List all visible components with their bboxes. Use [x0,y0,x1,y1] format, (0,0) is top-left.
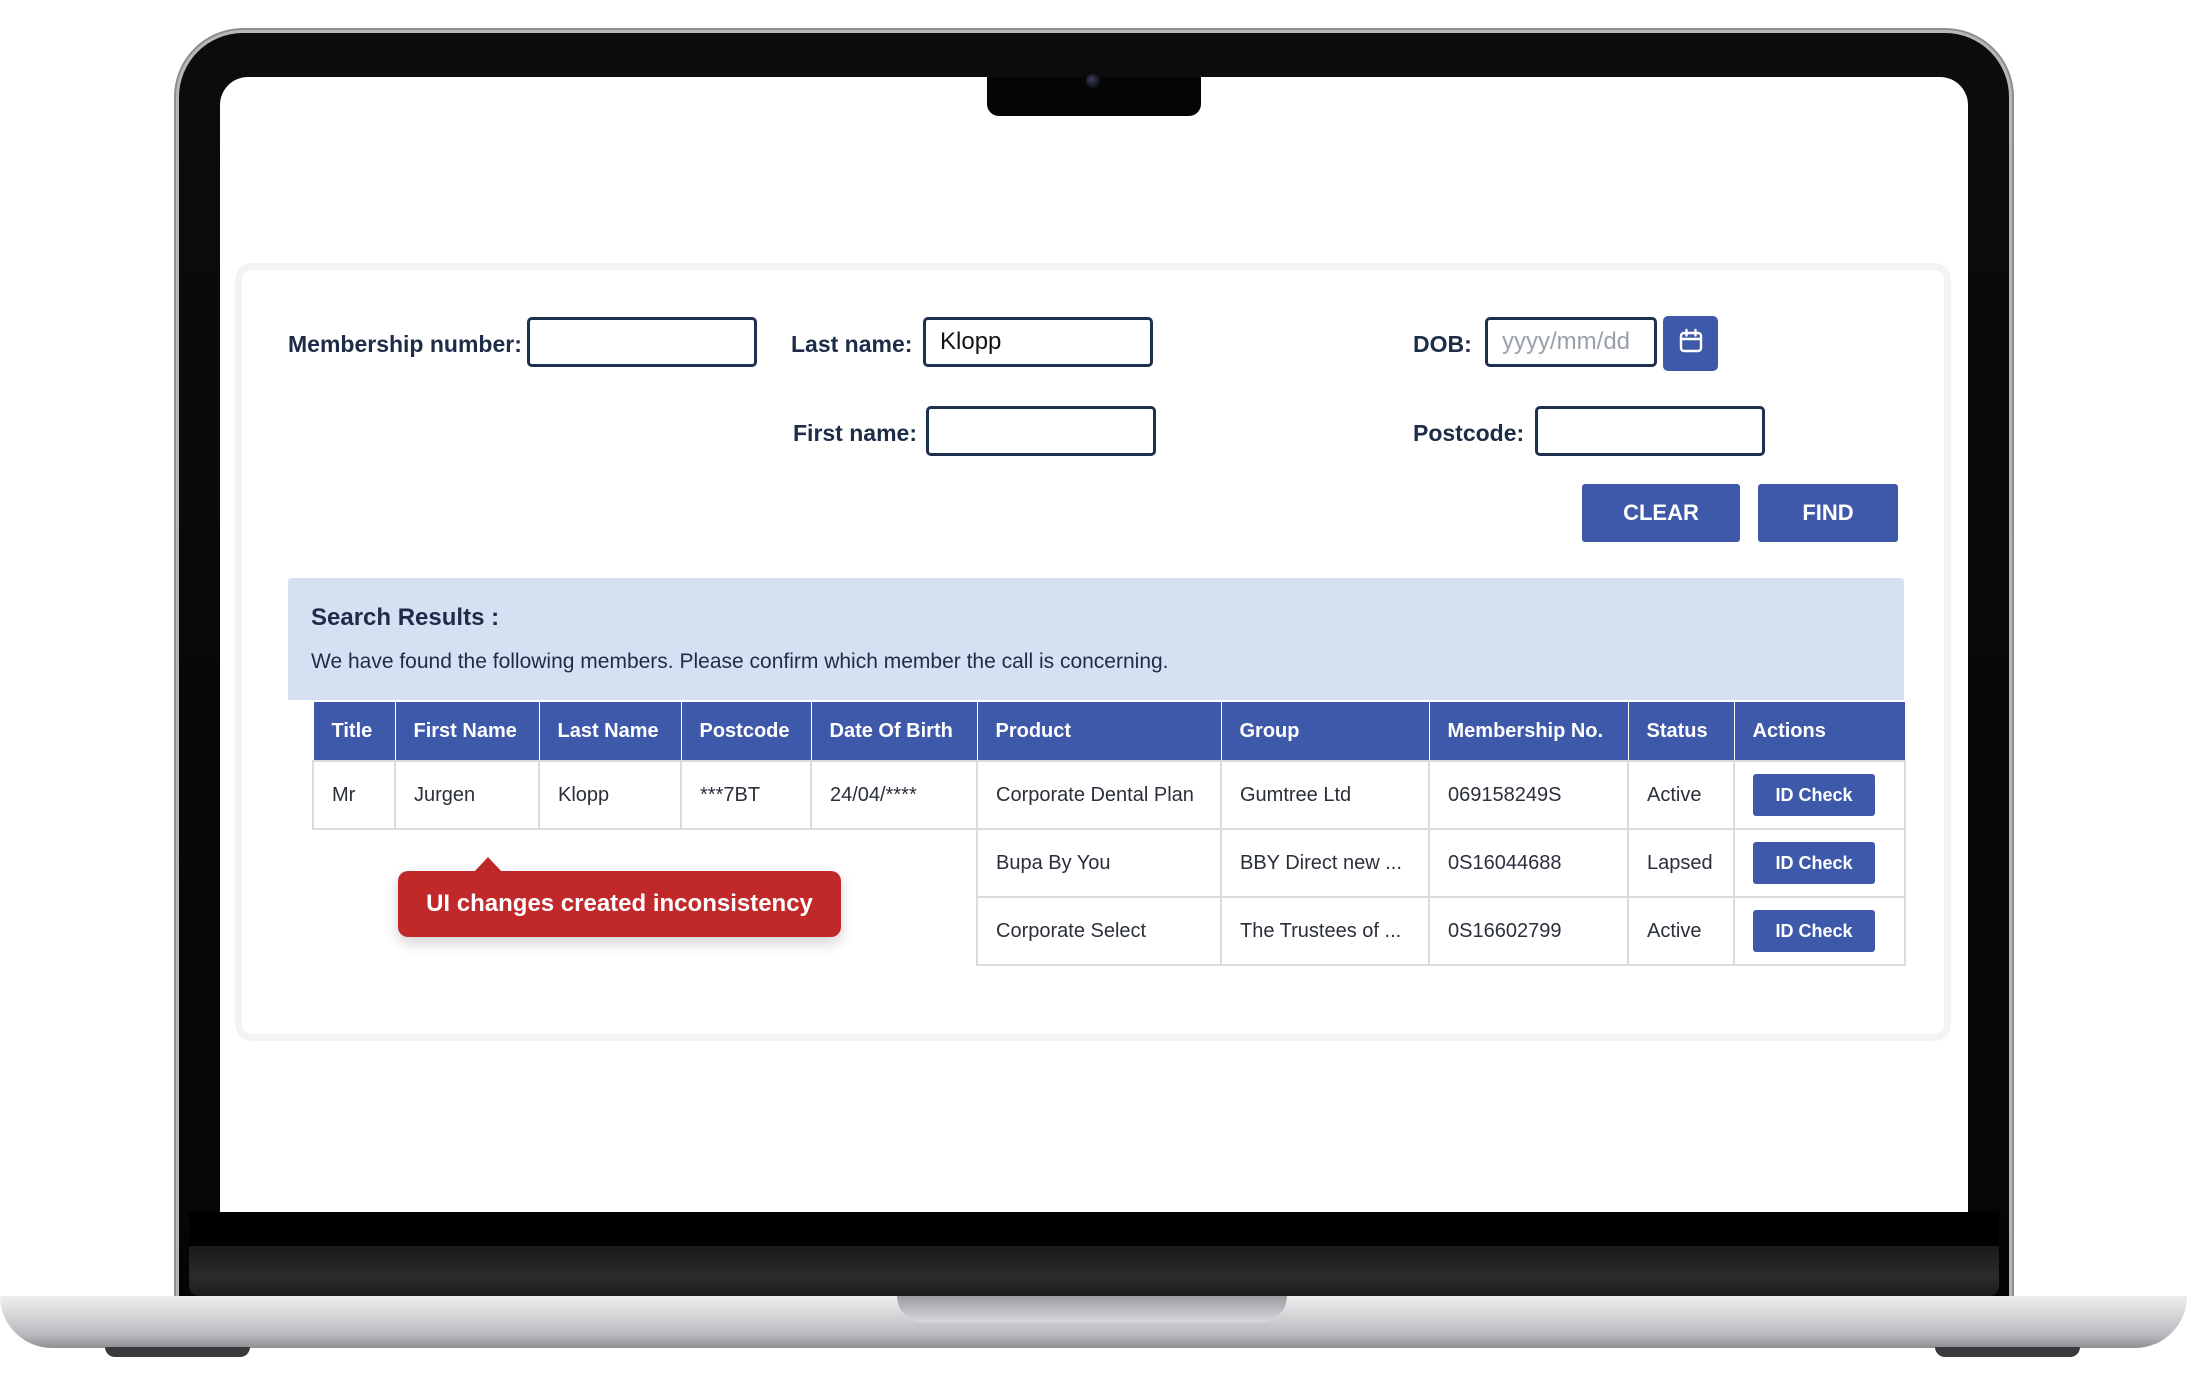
laptop-hinge [189,1246,1999,1296]
laptop-foot-left [105,1347,250,1357]
search-results-title: Search Results : [311,604,500,631]
cell-product: Corporate Dental Plan [976,760,1222,830]
cell-actions: ID Check [1733,760,1906,830]
cell-group: The Trustees of ... [1220,896,1430,966]
cell-status: Active [1627,760,1735,830]
last-name-label: Last name: [791,331,913,357]
id-check-button[interactable]: ID Check [1753,842,1875,884]
cell-date-of-birth: 24/04/**** [810,760,978,830]
bottom-bezel [189,1212,1999,1246]
id-check-button[interactable]: ID Check [1753,910,1875,952]
last-name-input[interactable] [923,317,1153,367]
cell-group: BBY Direct new ... [1220,828,1430,898]
postcode-input[interactable] [1535,406,1765,456]
annotation-pointer [474,857,502,872]
cell-product: Corporate Select [976,896,1222,966]
cell-group: Gumtree Ltd [1220,760,1430,830]
cell-actions: ID Check [1733,896,1906,966]
find-button[interactable]: FIND [1758,484,1898,542]
cell-postcode: ***7BT [680,760,812,830]
postcode-label: Postcode: [1413,420,1525,446]
column-header-product[interactable]: Product [976,702,1222,762]
cell-product: Bupa By You [976,828,1222,898]
first-name-label: First name: [793,420,917,446]
column-header-first-name[interactable]: First Name [394,702,540,762]
cell-membership-no: 069158249S [1428,760,1629,830]
column-header-date-of-birth[interactable]: Date Of Birth [810,702,978,762]
first-name-input[interactable] [926,406,1156,456]
membership-number-input[interactable] [527,317,757,367]
search-results-subtitle: We have found the following members. Ple… [311,650,1169,673]
column-header-status[interactable]: Status [1627,702,1735,762]
table-row[interactable]: Mr Jurgen Klopp ***7BT 24/04/**** Corpor… [312,760,1906,830]
cell-first-name: Jurgen [394,760,540,830]
search-results-banner: Search Results : We have found the follo… [288,578,1904,700]
cell-last-name: Klopp [538,760,682,830]
dob-input[interactable] [1485,317,1657,367]
column-header-membership-no[interactable]: Membership No. [1428,702,1629,762]
cell-actions: ID Check [1733,828,1906,898]
column-header-postcode[interactable]: Postcode [680,702,812,762]
membership-number-label: Membership number: [288,331,522,357]
date-picker-button[interactable] [1663,316,1718,371]
cell-title: Mr [312,760,396,830]
column-header-actions: Actions [1733,702,1906,762]
table-header-row: Title First Name Last Name Postcode Date… [312,702,1906,762]
annotation-callout: UI changes created inconsistency [398,871,841,937]
column-header-last-name[interactable]: Last Name [538,702,682,762]
clear-button[interactable]: CLEAR [1582,484,1740,542]
column-header-title[interactable]: Title [312,702,396,762]
column-header-group[interactable]: Group [1220,702,1430,762]
cell-membership-no: 0S16602799 [1428,896,1629,966]
camera-icon [1086,74,1100,88]
laptop-foot-right [1935,1347,2080,1357]
cell-status: Active [1627,896,1735,966]
cell-status: Lapsed [1627,828,1735,898]
laptop-base-lip [897,1296,1287,1322]
id-check-button[interactable]: ID Check [1753,774,1875,816]
cell-membership-no: 0S16044688 [1428,828,1629,898]
calendar-icon [1678,328,1704,359]
dob-label: DOB: [1413,331,1472,357]
